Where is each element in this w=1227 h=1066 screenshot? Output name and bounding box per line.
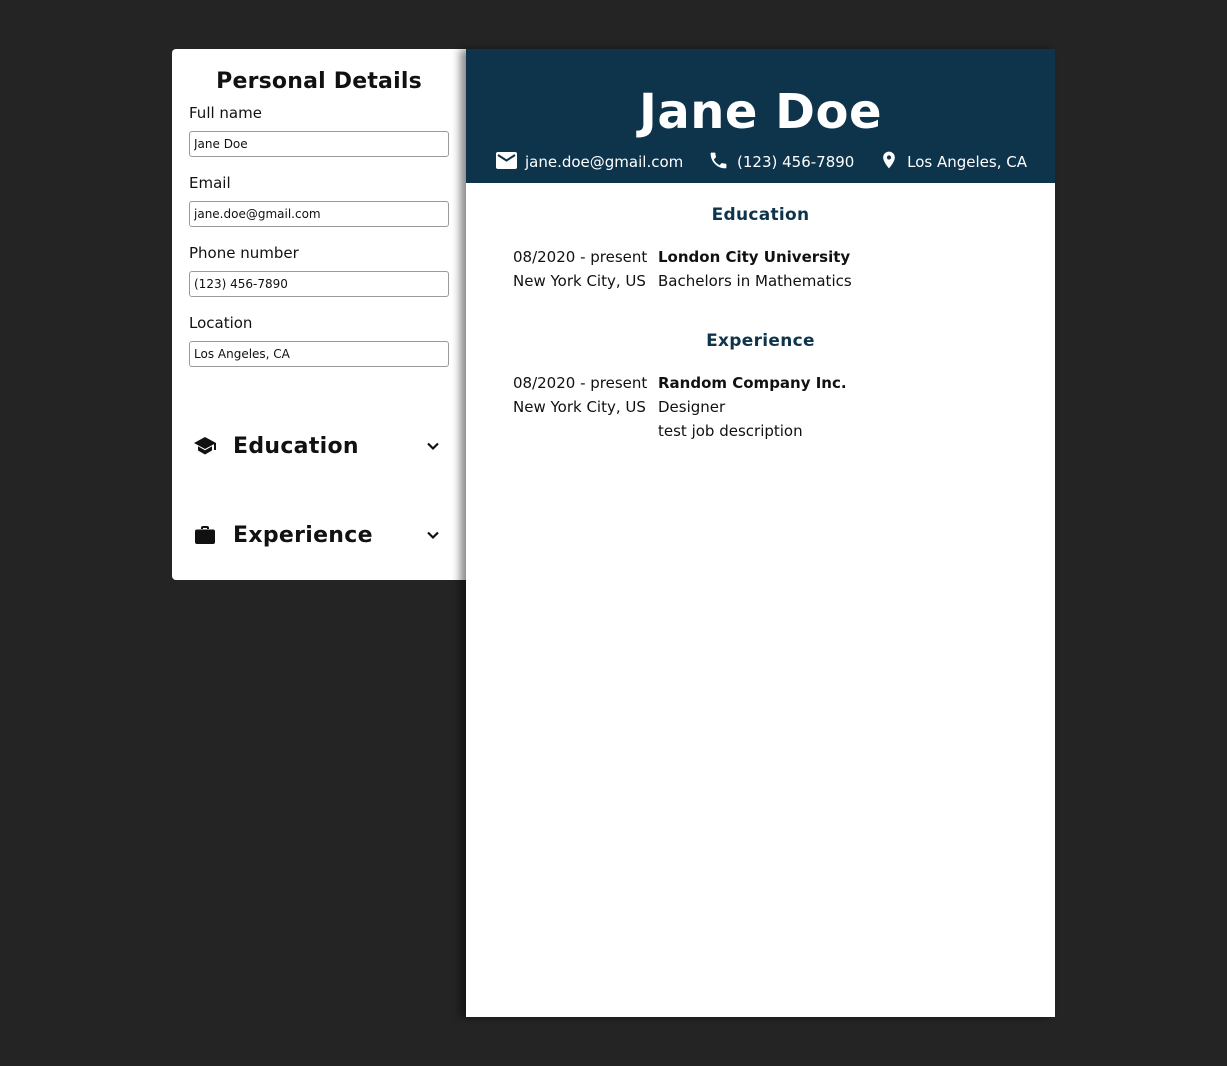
email-input[interactable]	[189, 201, 449, 227]
full-name-label: Full name	[189, 104, 262, 122]
phone-input[interactable]	[189, 271, 449, 297]
experience-section-toggle[interactable]: Experience	[189, 515, 449, 555]
education-degree: Bachelors in Mathematics	[658, 272, 852, 290]
resume-header: Jane Doe jane.doe@gmail.com (123) 456-78…	[466, 49, 1055, 183]
experience-place: New York City, US	[513, 398, 646, 416]
phone-field-group: Phone number	[189, 244, 449, 297]
phone-label: Phone number	[189, 244, 299, 262]
phone-icon	[708, 150, 737, 175]
resume-preview: Jane Doe jane.doe@gmail.com (123) 456-78…	[466, 49, 1055, 1017]
contact-info-row: jane.doe@gmail.com (123) 456-7890 Los An…	[496, 149, 1027, 175]
resume-experience-title: Experience	[706, 331, 815, 351]
email-label: Email	[189, 174, 231, 192]
personal-details-panel: Personal Details Full name Email Phone n…	[172, 49, 466, 580]
contact-phone-text: (123) 456-7890	[737, 153, 855, 171]
education-entry: 08/2020 - present New York City, US Lond…	[513, 245, 1055, 293]
contact-phone: (123) 456-7890	[708, 150, 854, 175]
contact-email-text: jane.doe@gmail.com	[525, 153, 684, 171]
education-school: London City University	[658, 248, 851, 266]
chevron-down-icon[interactable]	[421, 434, 445, 458]
education-section-title: Education	[233, 433, 359, 459]
email-field-group: Email	[189, 174, 449, 227]
contact-location-text: Los Angeles, CA	[907, 153, 1027, 171]
experience-position: Designer	[658, 398, 726, 416]
resume-name: Jane Doe	[638, 84, 883, 140]
experience-description: test job description	[658, 422, 803, 440]
education-place: New York City, US	[513, 272, 646, 290]
email-icon	[496, 151, 525, 173]
contact-location: Los Angeles, CA	[879, 149, 1027, 175]
location-input[interactable]	[189, 341, 449, 367]
experience-section-title: Experience	[233, 522, 373, 548]
full-name-field-group: Full name	[189, 104, 449, 157]
resume-education-title: Education	[711, 205, 810, 225]
experience-company: Random Company Inc.	[658, 374, 847, 392]
contact-email: jane.doe@gmail.com	[496, 151, 684, 173]
chevron-down-icon[interactable]	[421, 523, 445, 547]
location-label: Location	[189, 314, 253, 332]
panel-title: Personal Details	[216, 69, 422, 94]
education-dates: 08/2020 - present	[513, 248, 648, 266]
education-section-toggle[interactable]: Education	[189, 426, 449, 466]
experience-entry: 08/2020 - present New York City, US Rand…	[513, 371, 1055, 443]
briefcase-icon	[189, 523, 221, 547]
map-pin-icon	[879, 149, 907, 175]
full-name-input[interactable]	[189, 131, 449, 157]
experience-dates: 08/2020 - present	[513, 374, 648, 392]
graduation-cap-icon	[189, 434, 221, 458]
location-field-group: Location	[189, 314, 449, 367]
